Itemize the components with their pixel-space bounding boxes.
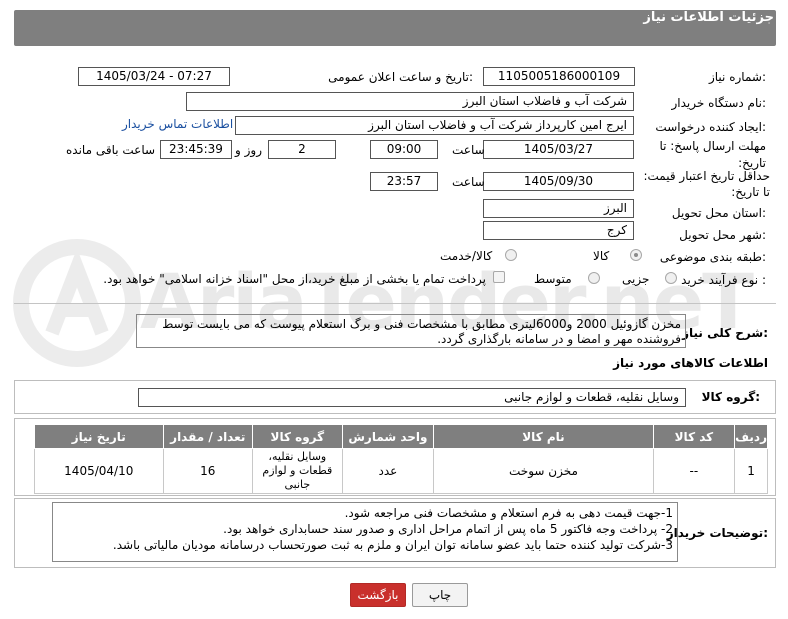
province-field: البرز (483, 199, 634, 218)
requester-label: ایجاد کننده درخواست: (655, 120, 766, 134)
need-number-field: 1105005186000109 (483, 67, 635, 86)
goods-table-header: ردیف کد کالا نام کالا واحد شمارش گروه کا… (34, 424, 768, 449)
table-row: 1 -- مخزن سوخت عدد وسایل نقلیه، قطعات و … (34, 448, 768, 494)
remaining-time-label: ساعت باقی مانده (66, 143, 156, 157)
treasury-payment-checkbox[interactable] (493, 271, 505, 283)
description-box: مخزن گازوئیل 2000 و6000لیتری مطابق با مش… (136, 314, 686, 348)
cell-row: 1 (734, 448, 768, 494)
buyer-contact-link[interactable]: اطلاعات تماس خریدار (122, 117, 233, 131)
cell-code: -- (652, 448, 736, 494)
price-validity-date-field: 1405/09/30 (483, 172, 634, 191)
buyer-org-label: نام دستگاه خریدار: (671, 96, 767, 110)
col-date: تاریخ نیاز (34, 424, 164, 449)
back-button[interactable]: بازگشت (350, 583, 406, 607)
buyer-org-field: شرکت آب و فاضلاب استان البرز (186, 92, 634, 111)
price-validity-time-label: ساعت (452, 175, 485, 189)
purchase-type-radio-partial[interactable] (665, 272, 677, 284)
category-radio-goods[interactable] (630, 249, 642, 261)
purchase-type-radio-medium[interactable] (588, 272, 600, 284)
buyer-notes-label: توضیحات خریدار: (666, 526, 768, 540)
price-validity-time-field: 23:57 (370, 172, 438, 191)
buyer-notes-field: 1-جهت قیمت دهی به فرم استعلام و مشخصات ف… (52, 502, 678, 562)
purchase-type-label: نوع فرآیند خرید : (681, 273, 766, 287)
buyer-note-line-1: 1-جهت قیمت دهی به فرم استعلام و مشخصات ف… (344, 506, 673, 520)
reply-deadline-date-field: 1405/03/27 (483, 140, 634, 159)
reply-deadline-days-label: روز و (235, 143, 262, 157)
section-divider (14, 303, 776, 304)
goods-table: ردیف کد کالا نام کالا واحد شمارش گروه کا… (34, 424, 768, 494)
city-label: شهر محل تحویل: (679, 228, 766, 242)
reply-deadline-time-field: 09:00 (370, 140, 438, 159)
cell-unit: عدد (341, 448, 435, 494)
description-label: شرح کلی نیاز: (682, 326, 768, 340)
requester-field: ایرج امین کارپرداز شرکت آب و فاضلاب استا… (235, 116, 634, 135)
purchase-type-option-partial: جزیی (622, 272, 650, 286)
category-label: طبقه بندی موضوعی: (659, 250, 766, 264)
reply-deadline-time-label: ساعت (452, 143, 485, 157)
col-name: نام کالا (433, 424, 654, 449)
reply-deadline-label: مهلت ارسال پاسخ: تا تاریخ: (659, 139, 766, 170)
print-button[interactable]: چاپ (412, 583, 468, 607)
col-qty: تعداد / مقدار (162, 424, 254, 449)
category-option-goods: کالا (593, 249, 610, 263)
page-title: جزئیات اطلاعات نیاز (643, 10, 774, 25)
goods-section-title: اطلاعات کالاهای مورد نیاز (613, 356, 768, 370)
buyer-note-line-3: 3-شرکت تولید کننده حتما باید عضو سامانه … (112, 538, 673, 552)
announce-datetime-label: تاریخ و ساعت اعلان عمومی: (328, 70, 473, 84)
cell-date: 1405/04/10 (34, 448, 164, 494)
description-text: مخزن گازوئیل 2000 و6000لیتری مطابق با مش… (162, 317, 681, 346)
category-option-goods-service: کالا/خدمت (440, 249, 493, 263)
col-group: گروه کالا (252, 424, 343, 449)
goods-group-field: وسایل نقلیه، قطعات و لوازم جانبی (138, 388, 686, 407)
announce-datetime-field: 1405/03/24 - 07:27 (78, 67, 230, 86)
cell-name: مخزن سوخت (433, 448, 654, 494)
city-field: کرج (483, 221, 634, 240)
reply-deadline-days-field: 2 (268, 140, 336, 159)
remaining-time-field: 23:45:39 (160, 140, 232, 159)
col-row: ردیف (734, 424, 768, 449)
goods-group-label: گروه کالا: (701, 390, 760, 404)
purchase-type-option-medium: متوسط (534, 272, 572, 286)
treasury-payment-note: پرداخت تمام یا بخشی از مبلغ خرید،از محل … (103, 272, 486, 286)
cell-qty: 16 (162, 448, 254, 494)
need-number-label: شماره نیاز: (708, 70, 766, 84)
buyer-note-line-2: 2- پرداخت وجه فاکتور 5 ماه پس از اتمام م… (223, 522, 673, 536)
price-validity-label: حداقل تاریخ اعتبار قیمت: تا تاریخ: (643, 169, 770, 199)
province-label: استان محل تحویل: (671, 206, 766, 220)
cell-group: وسایل نقلیه، قطعات و لوازم جانبی (252, 448, 343, 494)
col-unit: واحد شمارش (341, 424, 435, 449)
category-radio-goods-service[interactable] (505, 249, 517, 261)
col-code: کد کالا (652, 424, 736, 449)
